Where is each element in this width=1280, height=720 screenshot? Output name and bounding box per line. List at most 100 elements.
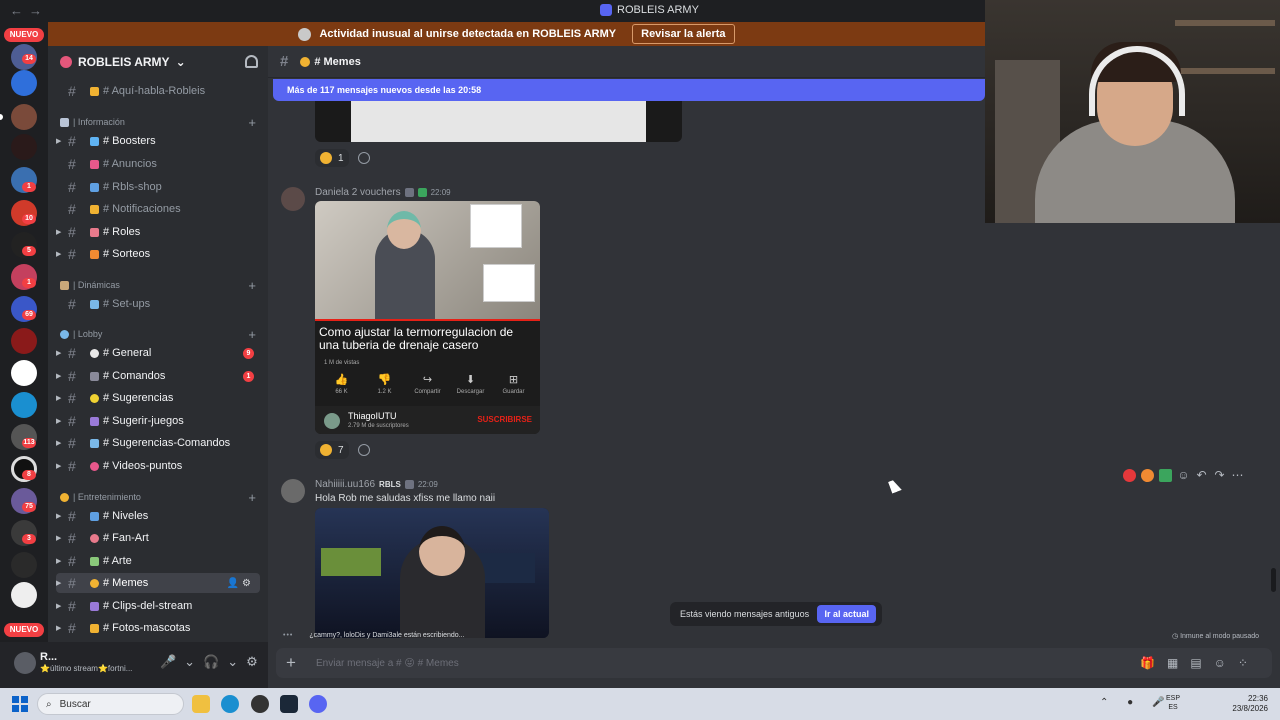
subscribe-button[interactable]: SUSCRIBIRSE: [477, 415, 532, 424]
speech-icon: [90, 348, 99, 358]
edge-icon[interactable]: [221, 695, 239, 713]
channel-sugerencias[interactable]: ▶ # # Sugerencias: [56, 388, 260, 408]
reaction-pill[interactable]: 7: [315, 441, 349, 459]
author-name[interactable]: Daniela 2 vouchers: [315, 187, 401, 198]
channel-sugerir-juegos[interactable]: ▶ # # Sugerir-juegos: [56, 411, 260, 431]
app-icon[interactable]: [251, 695, 269, 713]
review-alert-button[interactable]: Revisar la alerta: [632, 24, 735, 44]
server-icon[interactable]: [11, 70, 37, 96]
video-attachment[interactable]: [315, 508, 549, 638]
channel-notificaciones[interactable]: # # Notificaciones: [56, 199, 260, 219]
add-reaction-icon[interactable]: ☺: [1177, 469, 1190, 482]
add-attachment-icon[interactable]: +: [276, 653, 306, 673]
channel-bar: ThiagoIUTU 2.79 M de suscriptores SUSCRI…: [315, 406, 540, 434]
server-icon[interactable]: [11, 392, 37, 418]
server-icon[interactable]: [11, 328, 37, 354]
discord-icon[interactable]: [309, 695, 327, 713]
server-icon[interactable]: [11, 360, 37, 386]
message-composer[interactable]: + Enviar mensaje a # 😜 # Memes 🎁▦▤☺⁘: [276, 648, 1272, 678]
channel-boosters[interactable]: ▶ # # Boosters: [56, 131, 260, 151]
share-button[interactable]: ↪ Compartir: [409, 373, 447, 395]
palette-icon: [90, 533, 99, 543]
server-icon[interactable]: [11, 582, 37, 608]
server-header[interactable]: ROBLEIS ARMY ⌄: [48, 46, 268, 78]
jump-to-present-button[interactable]: Ir al actual: [817, 605, 876, 623]
category-informacion[interactable]: | Información +: [60, 115, 260, 130]
channel-aqui-habla-robleis[interactable]: # # Aquí-habla-Robleis: [56, 81, 260, 101]
add-member-icon[interactable]: [245, 55, 258, 68]
new-badge: NUEVO: [4, 28, 44, 42]
channel-label: # Videos-puntos: [103, 460, 183, 472]
language-indicator[interactable]: ESP ES: [1166, 694, 1180, 712]
avatar[interactable]: [14, 652, 36, 674]
old-messages-bar: Estás viendo mensajes antiguos Ir al act…: [670, 602, 882, 626]
file-explorer-icon[interactable]: [192, 695, 210, 713]
server-icon[interactable]: [11, 134, 37, 160]
add-channel-icon[interactable]: +: [248, 115, 256, 130]
share-icon: ↪: [422, 374, 433, 386]
forward-icon[interactable]: ↷: [1213, 469, 1226, 482]
channel-sorteos[interactable]: ▶ # # Sorteos: [56, 244, 260, 264]
gem-icon: [90, 136, 99, 146]
typing-text: ¿cammy?, loloDis y Dami3ale están escrib…: [309, 632, 465, 639]
channel-videos-puntos[interactable]: ▶ # # Videos-puntos: [56, 456, 260, 476]
channel-settings-icons[interactable]: 👤⚙: [227, 578, 254, 589]
add-channel-icon[interactable]: +: [248, 490, 256, 505]
channel-memes[interactable]: ▶ # # Memes 👤⚙: [56, 573, 260, 593]
save-label: Guardar: [502, 389, 525, 395]
mention-badge: 8: [22, 470, 36, 480]
dislike-count: 1.2 K: [377, 389, 392, 395]
channel-fan-art[interactable]: ▶ # # Fan-Art: [56, 528, 260, 548]
back-forward-icons[interactable]: ←→: [10, 3, 48, 18]
channel-clips-del-stream[interactable]: ▶ # # Clips-del-stream: [56, 596, 260, 616]
add-channel-icon[interactable]: +: [248, 327, 256, 342]
composer-tools[interactable]: 🎁▦▤☺⁘: [1140, 656, 1260, 670]
message-input[interactable]: Enviar mensaje a # 😜 # Memes: [316, 658, 459, 669]
reaction-pill[interactable]: 1: [315, 149, 349, 167]
server-icon: [600, 4, 612, 16]
scrollbar[interactable]: [1271, 568, 1276, 592]
taskbar-search[interactable]: ⌕ Buscar: [37, 693, 184, 715]
add-channel-icon[interactable]: +: [248, 278, 256, 293]
role-icon: [404, 188, 414, 197]
server-icon[interactable]: [11, 104, 37, 130]
server-icon[interactable]: [11, 552, 37, 578]
add-reaction-icon[interactable]: [358, 152, 370, 164]
fire-icon[interactable]: [1141, 469, 1154, 482]
dislike-button[interactable]: 👎 1.2 K: [366, 373, 404, 395]
author-name[interactable]: Nahiiiii.uu166: [315, 479, 375, 490]
download-button[interactable]: ⬇ Descargar: [452, 373, 490, 395]
category-entretenimiento[interactable]: | Entretenimiento +: [60, 490, 260, 505]
voice-controls[interactable]: 🎤⌄🎧⌄⚙: [160, 654, 266, 670]
channel-general[interactable]: ▶ # # General 9: [56, 343, 260, 363]
clock[interactable]: 22:36 23/8/2026: [1228, 694, 1268, 714]
system-tray[interactable]: ⌃ ● 🎤: [1100, 697, 1172, 708]
category-lobby[interactable]: | Lobby +: [60, 327, 260, 342]
channel-rbls-shop[interactable]: # # Rbls-shop: [56, 177, 260, 197]
steam-icon[interactable]: [280, 695, 298, 713]
youtube-embed[interactable]: Como ajustar la termorregulacion de una …: [315, 201, 540, 434]
windows-start-icon[interactable]: [12, 696, 28, 712]
check-icon[interactable]: [1159, 469, 1172, 482]
new-messages-bar[interactable]: Más de 117 mensajes nuevos desde las 20:…: [273, 79, 985, 101]
channel-comandos[interactable]: ▶ # # Comandos 1: [56, 366, 260, 386]
category-dinamicas[interactable]: | Dinámicas +: [60, 278, 260, 293]
channel-niveles[interactable]: ▶ # # Niveles: [56, 506, 260, 526]
heart-icon[interactable]: [1123, 469, 1136, 482]
add-reaction-icon[interactable]: [358, 444, 370, 456]
channel-roles[interactable]: ▶ # # Roles: [56, 222, 260, 242]
hash-icon: #: [68, 413, 76, 429]
save-button[interactable]: ⊞ Guardar: [495, 373, 533, 395]
channel-sugerencias-comandos[interactable]: ▶ # # Sugerencias-Comandos: [56, 433, 260, 453]
avatar[interactable]: [281, 479, 305, 503]
more-icon[interactable]: ⋯: [1231, 469, 1244, 482]
avatar[interactable]: [281, 187, 305, 211]
like-button[interactable]: 👍 66 K: [323, 373, 361, 395]
hash-icon: #: [68, 435, 76, 451]
channel-arte[interactable]: ▶ # # Arte: [56, 551, 260, 571]
reply-icon[interactable]: ↶: [1195, 469, 1208, 482]
channel-fotos-mascotas[interactable]: ▶ # # Fotos-mascotas: [56, 618, 260, 638]
channel-set-ups[interactable]: # # Set-ups: [56, 294, 260, 314]
image-attachment[interactable]: [315, 101, 682, 142]
channel-anuncios[interactable]: # # Anuncios: [56, 154, 260, 174]
